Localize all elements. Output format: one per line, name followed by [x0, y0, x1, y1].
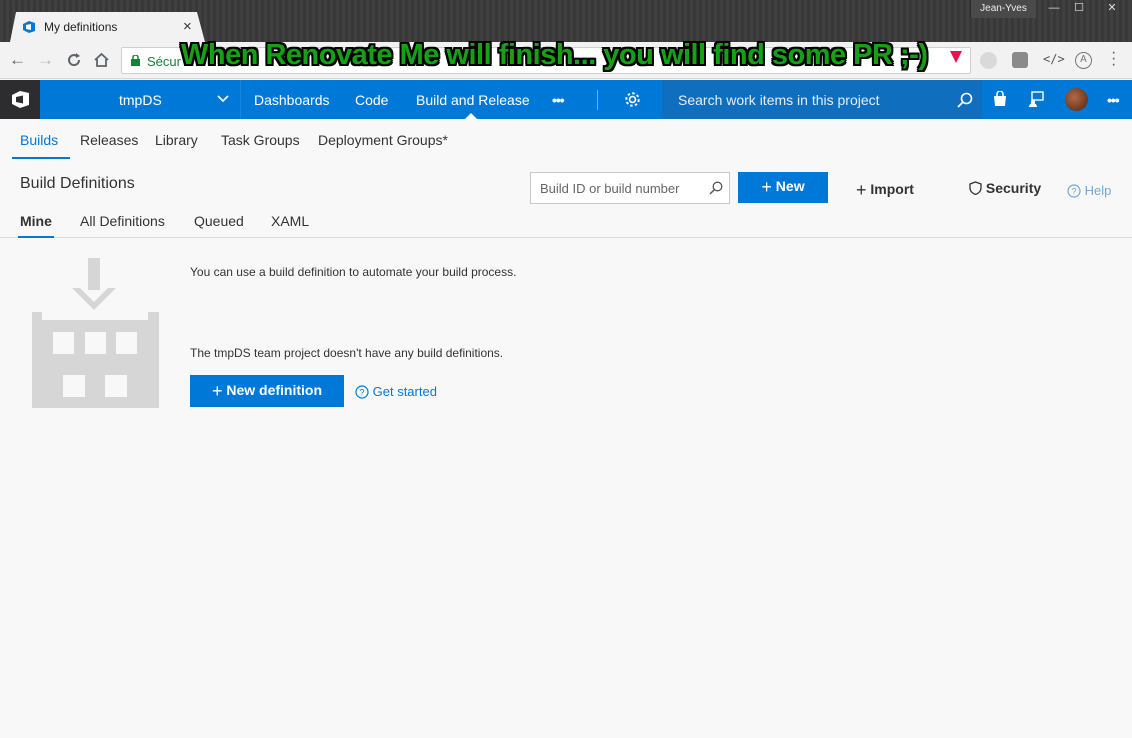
more-options-icon[interactable]: ••• [1107, 92, 1120, 108]
project-selector[interactable]: tmpDS [119, 92, 162, 108]
divider [597, 90, 598, 110]
back-icon[interactable]: ← [9, 50, 26, 70]
tab-all-definitions[interactable]: All Definitions [80, 213, 165, 229]
extension-a-icon[interactable]: A [1075, 52, 1092, 69]
new-definition-button[interactable]: + New definition [190, 375, 344, 407]
browser-titlebar: My definitions × Jean-Yves — ☐ ✕ [0, 0, 1132, 42]
sub-navigation: Builds Releases Library Task Groups Depl… [0, 119, 1132, 159]
reload-icon[interactable] [66, 52, 82, 68]
new-button[interactable]: + New [738, 172, 828, 203]
shield-icon [969, 181, 982, 196]
subnav-task-groups[interactable]: Task Groups [221, 132, 300, 148]
profile-name[interactable]: Jean-Yves [970, 0, 1036, 18]
secure-label: Sécur [147, 54, 181, 69]
help-link[interactable]: ? Help [1067, 183, 1111, 198]
search-icon[interactable] [957, 92, 973, 108]
tab-close-icon[interactable]: × [183, 18, 192, 35]
new-label: New [775, 178, 805, 194]
subnav-builds[interactable]: Builds [20, 132, 58, 148]
plus-icon: + [211, 380, 223, 401]
build-search-input[interactable] [531, 173, 701, 203]
divider [240, 80, 241, 119]
chevron-down-icon[interactable] [217, 92, 229, 104]
vsts-logo-icon [12, 91, 29, 108]
work-item-search[interactable]: Search work items in this project [662, 80, 982, 119]
hub-dashboards[interactable]: Dashboards [254, 92, 330, 108]
code-extension-icon[interactable]: </> [1043, 52, 1065, 66]
maximize-icon[interactable]: ☐ [1067, 0, 1091, 17]
vsts-logo[interactable] [0, 80, 40, 119]
avatar[interactable] [1065, 88, 1088, 111]
build-search-box[interactable] [530, 172, 730, 204]
help-icon: ? [355, 385, 369, 399]
security-button[interactable]: Security [969, 180, 1041, 196]
security-label: Security [985, 180, 1042, 196]
search-icon[interactable] [709, 181, 723, 195]
tab-queued[interactable]: Queued [194, 213, 244, 229]
active-tab-indicator [18, 236, 54, 238]
hub-code[interactable]: Code [355, 92, 388, 108]
tab-title: My definitions [44, 20, 118, 34]
active-subnav-indicator [12, 157, 70, 159]
feedback-icon[interactable] [1028, 91, 1044, 107]
extension-circle-icon[interactable] [980, 52, 997, 69]
home-icon[interactable] [93, 52, 110, 68]
subnav-releases[interactable]: Releases [80, 132, 138, 148]
more-hubs-icon[interactable]: ••• [552, 92, 565, 108]
empty-state-message: The tmpDS team project doesn't have any … [190, 346, 504, 360]
subnav-deployment-groups[interactable]: Deployment Groups* [318, 132, 448, 148]
new-definition-label: New definition [226, 381, 323, 398]
definition-tabs: Mine All Definitions Queued XAML [0, 205, 1132, 238]
svg-text:?: ? [1071, 187, 1076, 197]
plus-icon: + [761, 177, 772, 197]
search-placeholder: Search work items in this project [678, 92, 880, 108]
svg-text:?: ? [359, 388, 364, 398]
subnav-library[interactable]: Library [155, 132, 198, 148]
forward-icon[interactable]: → [37, 50, 54, 70]
import-label: Import [870, 181, 914, 197]
build-empty-illustration-icon [32, 258, 159, 408]
empty-state-description: You can use a build definition to automa… [190, 265, 517, 279]
minimize-icon[interactable]: — [1042, 0, 1066, 17]
page-title: Build Definitions [20, 175, 135, 192]
help-icon: ? [1067, 184, 1081, 198]
gear-icon[interactable] [624, 91, 641, 108]
lock-icon [131, 55, 140, 66]
vsts-header: tmpDS Dashboards Code Build and Release … [0, 80, 1132, 119]
get-started-link[interactable]: ? Get started [355, 384, 437, 399]
vsts-favicon-icon [23, 21, 35, 33]
browser-menu-icon[interactable]: · · · [1111, 45, 1116, 73]
overlay-caption: When Renovate Me will finish... you will… [181, 39, 928, 71]
help-label: Help [1084, 183, 1112, 198]
get-started-label: Get started [372, 384, 437, 399]
tab-xaml[interactable]: XAML [271, 213, 309, 229]
browser-tab[interactable]: My definitions × [10, 12, 205, 42]
tab-mine[interactable]: Mine [20, 213, 52, 229]
extension-square-icon[interactable] [1012, 52, 1028, 68]
hub-build-and-release[interactable]: Build and Release [416, 92, 530, 108]
marketplace-bag-icon[interactable] [992, 91, 1008, 107]
plus-icon: + [856, 180, 867, 200]
close-window-icon[interactable]: ✕ [1100, 0, 1124, 17]
import-button[interactable]: + Import [856, 180, 914, 201]
